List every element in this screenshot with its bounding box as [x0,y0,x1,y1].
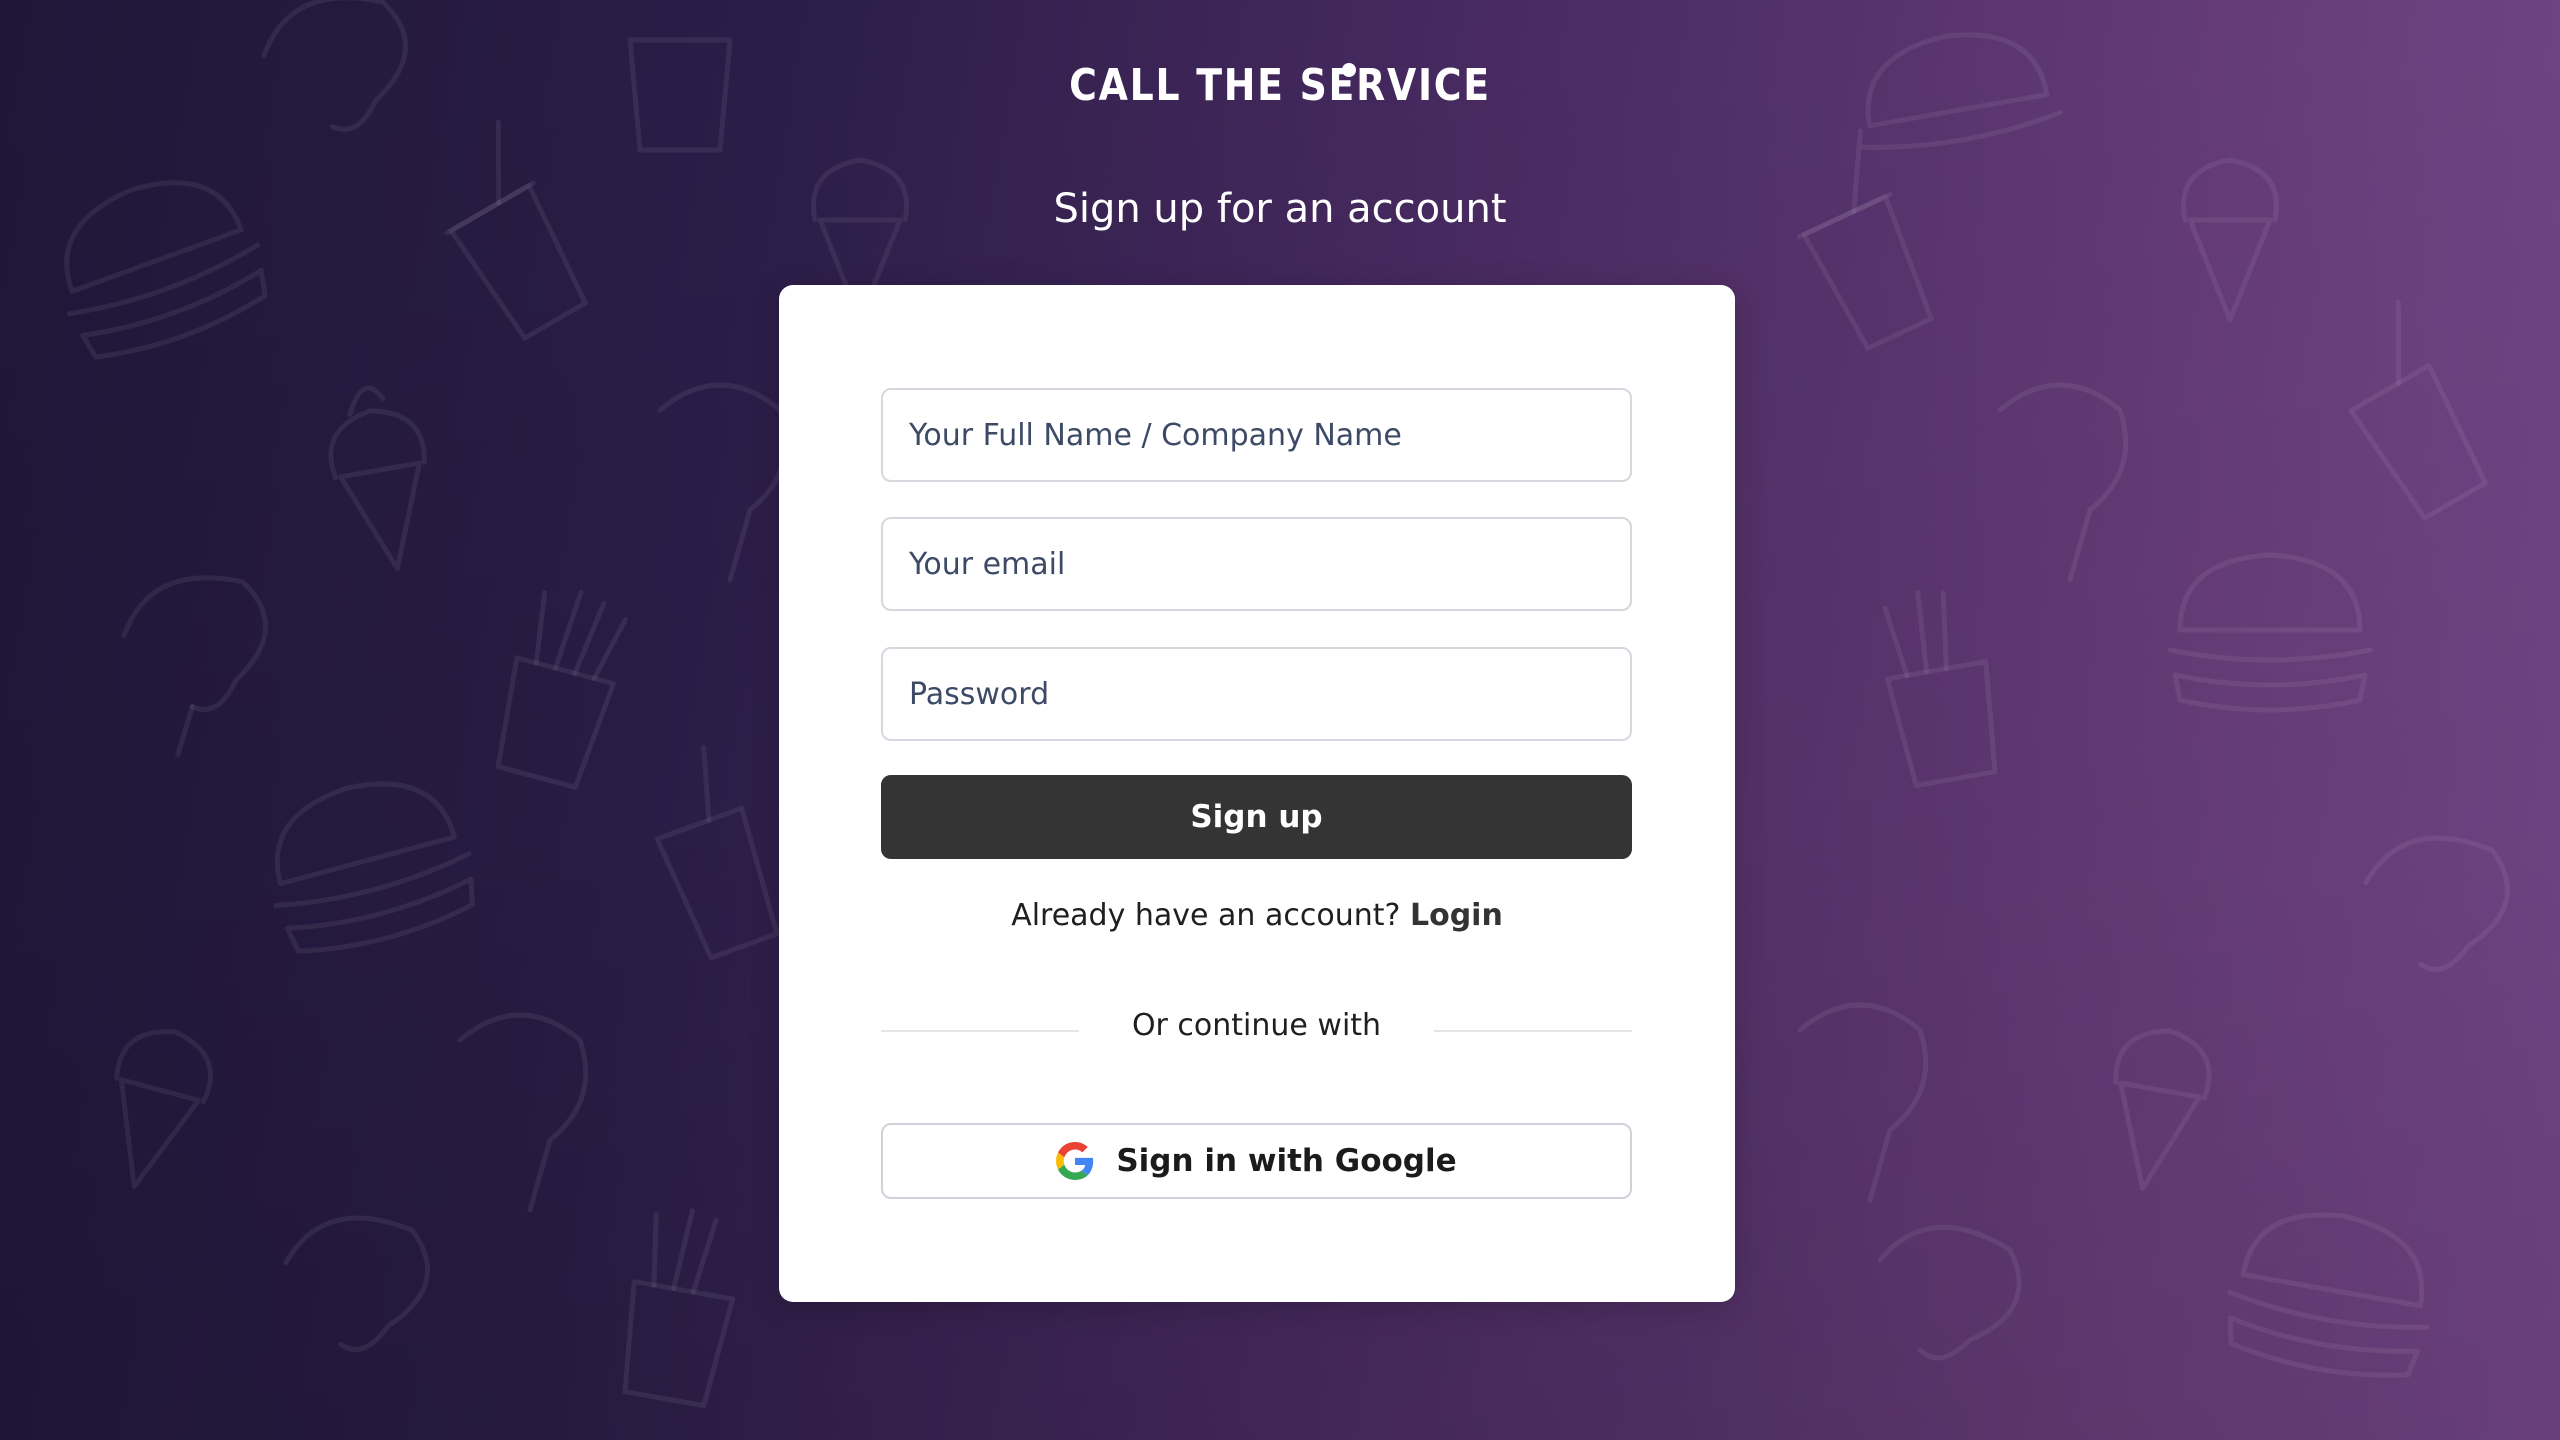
logo-dot-icon [1342,63,1356,77]
sign-up-button[interactable]: Sign up [881,775,1632,859]
google-sign-in-label: Sign in with Google [1116,1143,1457,1179]
google-g-icon [1056,1142,1094,1180]
email-input[interactable] [881,517,1632,611]
full-name-input[interactable] [881,388,1632,482]
google-sign-in-button[interactable]: Sign in with Google [881,1123,1632,1199]
brand-logo: CALL THE SERVICE [1069,60,1491,111]
page-title: Sign up for an account [1053,186,1507,232]
login-link[interactable]: Login [1410,898,1503,933]
divider-line-right [1434,1030,1632,1032]
signup-card: Sign up Already have an account? Login O… [779,285,1735,1302]
login-prompt: Already have an account? Login [779,898,1735,933]
divider-text: Or continue with [1131,1008,1382,1043]
login-prompt-text: Already have an account? [1011,898,1401,933]
password-input[interactable] [881,647,1632,741]
